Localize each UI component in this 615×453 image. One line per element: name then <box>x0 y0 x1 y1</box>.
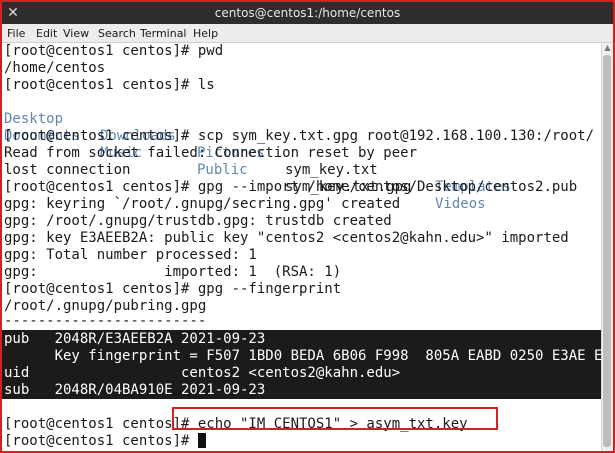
terminal-window: ✕ centos@centos1:/home/centos File Edit … <box>0 0 615 453</box>
window-title: centos@centos1:/home/centos <box>214 6 401 20</box>
terminal-line: Read from socket failed: Connection rese… <box>4 145 418 161</box>
ls-output-row-1: Desktop Downloads Pictures sym_key.txt T… <box>4 94 601 195</box>
text-cursor <box>197 433 206 448</box>
prompt-line[interactable]: [root@centos1 centos]# <box>4 433 601 450</box>
terminal-line: sub 2048R/04BA910E 2021-09-23 <box>4 382 266 398</box>
terminal-line: Key fingerprint = F507 1BD0 BEDA 6B06 F9… <box>4 348 601 364</box>
terminal-line: [root@centos1 centos]# echo "IM CENTOS1"… <box>4 416 468 432</box>
menu-edit[interactable]: Edit <box>36 24 57 43</box>
terminal-line: [root@centos1 centos]# ls <box>4 77 215 93</box>
terminal-line: gpg: key E3AEEB2A: public key "centos2 <… <box>4 230 569 246</box>
scrollbar-thumb[interactable] <box>603 55 611 447</box>
prompt-text: [root@centos1 centos]# <box>4 433 198 449</box>
terminal-line: [root@centos1 centos]# gpg --import /hom… <box>4 179 578 195</box>
terminal-line: gpg: Total number processed: 1 <box>4 247 257 263</box>
terminal-line: gpg: imported: 1 (RSA: 1) <box>4 264 342 280</box>
terminal-line: [root@centos1 centos]# pwd <box>4 43 224 59</box>
terminal-line: gpg: /root/.gnupg/trustdb.gpg: trustdb c… <box>4 213 392 229</box>
terminal-line: /home/centos <box>4 60 106 76</box>
terminal-line: ------------------------ <box>4 313 207 329</box>
menu-file[interactable]: File <box>7 24 25 43</box>
terminal-output[interactable]: [root@centos1 centos]# pwd /home/centos … <box>2 43 601 451</box>
terminal-line: [root@centos1 centos]# gpg --fingerprint <box>4 281 342 297</box>
terminal-line: pub 2048R/E3AEEB2A 2021-09-23 <box>4 331 266 347</box>
menu-search[interactable]: Search <box>98 24 136 43</box>
terminal-line: lost connection <box>4 162 131 178</box>
terminal-line: uid centos2 <centos2@kahn.edu> <box>4 365 401 381</box>
menu-bar: File Edit View Search Terminal Help <box>2 24 613 43</box>
scroll-up-arrow-icon[interactable]: ▲ <box>602 43 613 53</box>
vertical-scrollbar[interactable]: ▲ <box>601 43 613 451</box>
menu-help[interactable]: Help <box>193 24 218 43</box>
menu-terminal[interactable]: Terminal <box>140 24 187 43</box>
terminal-line: [root@centos1 centos]# scp sym_key.txt.g… <box>4 128 595 144</box>
ls-output-row-2: Documents Music Public sym_key.txt.gpg V… <box>4 111 601 212</box>
title-bar[interactable]: ✕ centos@centos1:/home/centos <box>2 2 613 24</box>
terminal-line: gpg: keyring `/root/.gnupg/secring.gpg' … <box>4 196 401 212</box>
menu-view[interactable]: View <box>63 24 89 43</box>
